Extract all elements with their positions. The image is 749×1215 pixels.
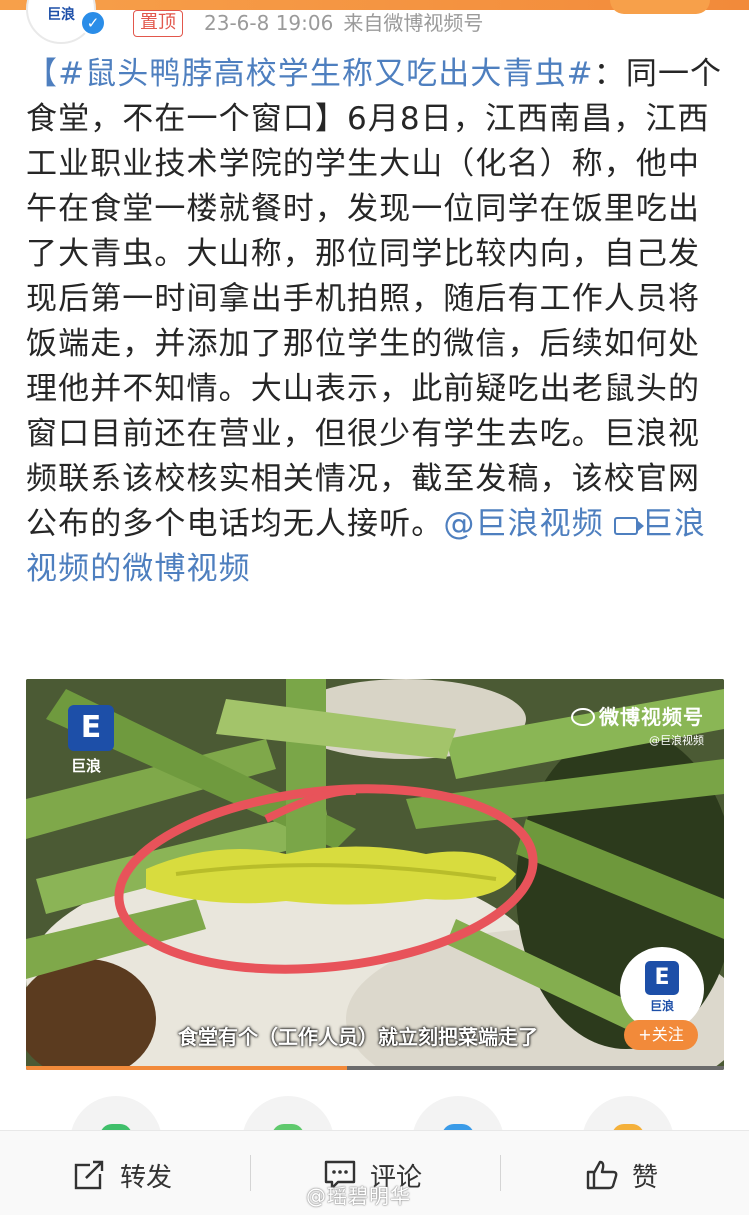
like-label: 赞 (632, 1162, 659, 1193)
video-progress-fill (26, 1066, 348, 1070)
follow-button[interactable]: +关注 (624, 1020, 698, 1050)
header-follow-button[interactable] (610, 0, 710, 14)
weibo-watermark-title: 微博视频号 (599, 705, 704, 729)
weibo-watermark: 微博视频号 @巨浪视频 (571, 701, 704, 748)
post-header: 巨浪 ✓ 置顶 23-6-8 19:06 来自微博视频号 (0, 0, 749, 44)
repost-button[interactable]: 转发 (74, 1153, 172, 1197)
channel-avatar[interactable]: E 巨浪 (620, 947, 704, 1031)
thumbs-up-icon (586, 1160, 618, 1190)
channel-watermark-logo: E (68, 705, 114, 751)
video-player[interactable]: E 巨浪 微博视频号 @巨浪视频 食堂有个（工作人员）就立刻把菜端走了 E 巨浪… (26, 679, 724, 1070)
repost-label: 转发 (120, 1162, 173, 1193)
hashtag-link[interactable]: 【#鼠头鸭脖高校学生称又吃出大青虫# (26, 56, 594, 92)
channel-watermark-text: 巨浪 (71, 757, 102, 775)
channel-avatar-text: 巨浪 (649, 999, 674, 1013)
image-watermark: @瑶碧明华 (306, 1184, 411, 1208)
post-body: ：同一个食堂，不在一个窗口】6月8日，江西南昌，江西工业职业技术学院的学生大山（… (26, 56, 723, 542)
video-link-icon (613, 517, 644, 535)
weibo-eye-icon (571, 708, 595, 726)
video-subtitle: 食堂有个（工作人员）就立刻把菜端走了 (178, 1025, 538, 1049)
verified-icon: ✓ (80, 10, 106, 36)
post-meta: 23-6-8 19:06 来自微博视频号 (204, 8, 483, 38)
weibo-watermark-sub: @巨浪视频 (649, 734, 704, 747)
video-progress-bar[interactable] (26, 1066, 724, 1070)
avatar-logo: 巨浪 (47, 7, 75, 23)
timestamp: 23-6-8 19:06 (204, 11, 334, 35)
pin-badge: 置顶 (133, 10, 183, 37)
post-text: 【#鼠头鸭脖高校学生称又吃出大青虫#：同一个食堂，不在一个窗口】6月8日，江西南… (26, 52, 726, 592)
action-divider (500, 1155, 501, 1191)
repost-icon (74, 1160, 106, 1190)
like-button[interactable]: 赞 (586, 1153, 658, 1197)
mention-link[interactable]: @巨浪视频 (443, 506, 604, 542)
channel-avatar-logo: E (645, 961, 679, 995)
post-source[interactable]: 来自微博视频号 (343, 11, 483, 35)
action-divider (250, 1155, 251, 1191)
